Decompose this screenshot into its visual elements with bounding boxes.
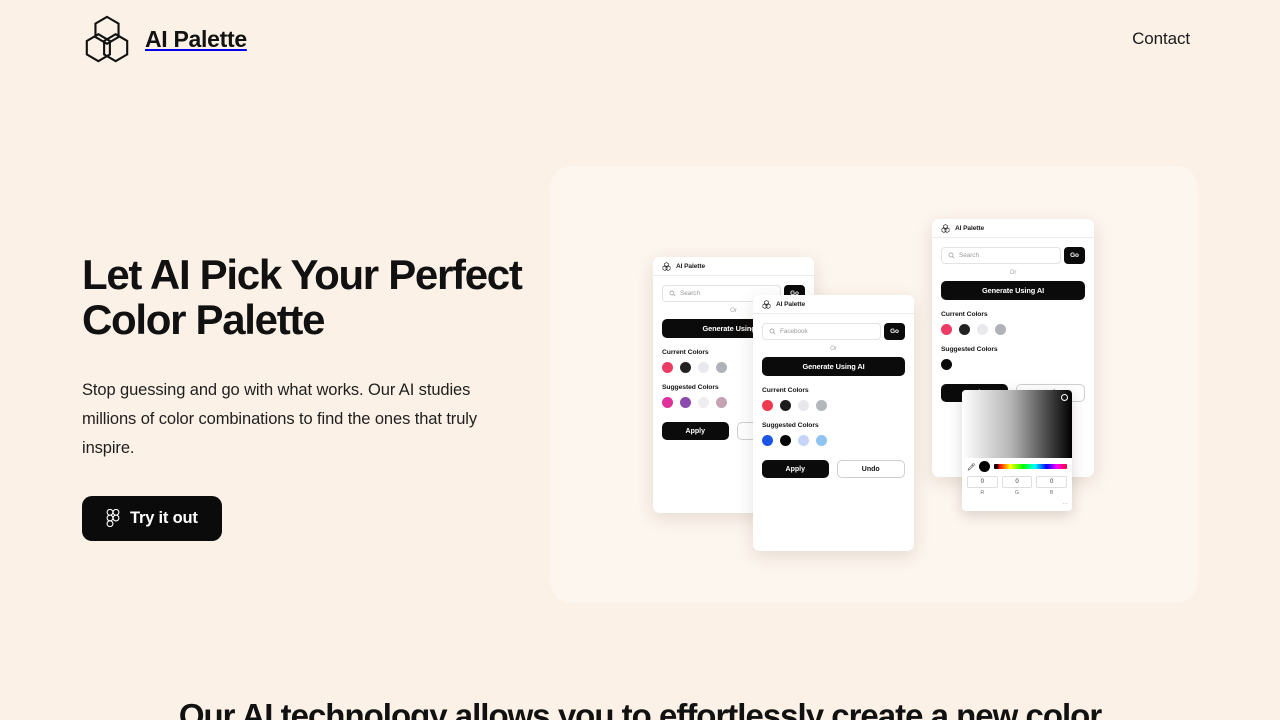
go-button[interactable]: Go	[884, 323, 905, 340]
search-placeholder: Search	[959, 252, 979, 259]
hexagon-trio-logo-icon	[762, 299, 771, 309]
undo-button[interactable]: Undo	[836, 460, 905, 478]
suggested-colors-swatches	[941, 359, 1085, 370]
current-colors-swatches	[762, 400, 905, 411]
try-it-out-label: Try it out	[130, 508, 198, 527]
suggested-colors-label: Suggested Colors	[941, 346, 998, 353]
brand-name: AI Palette	[145, 25, 247, 52]
color-swatch[interactable]	[698, 362, 709, 373]
site-header: AI Palette Contact	[0, 0, 1280, 78]
search-icon	[769, 328, 776, 335]
rgb-inputs-row: 0 R 0 G 0 B	[962, 474, 1072, 496]
green-label: G	[1014, 490, 1020, 496]
mock-card-middle: AI Palette Facebook Go Or Generate Using…	[753, 295, 914, 551]
search-value: Facebook	[780, 328, 808, 335]
hexagon-trio-logo-icon	[82, 14, 132, 64]
generate-using-ai-button[interactable]: Generate Using AI	[762, 357, 905, 376]
figma-icon	[106, 509, 120, 528]
go-button[interactable]: Go	[1064, 247, 1085, 264]
hue-bar[interactable]	[994, 464, 1067, 469]
nav-link-contact[interactable]: Contact	[1132, 29, 1190, 49]
page-root: AI Palette Contact Let AI Pick Your Perf…	[0, 0, 1280, 720]
try-it-out-button[interactable]: Try it out	[82, 495, 222, 541]
rgb-cell-r: 0 R	[967, 476, 998, 496]
hero-subtitle: Stop guessing and go with what works. Ou…	[82, 380, 477, 458]
current-colors-label: Current Colors	[941, 311, 988, 318]
color-swatch[interactable]	[941, 324, 952, 335]
search-placeholder: Search	[680, 290, 700, 297]
color-swatch[interactable]	[662, 397, 673, 408]
eyedropper-icon[interactable]	[967, 462, 975, 471]
main-nav: Contact	[1132, 29, 1190, 49]
bottom-section-headline: Our AI technology allows you to effortle…	[178, 697, 1102, 720]
color-swatch[interactable]	[995, 324, 1006, 335]
search-input[interactable]: Facebook	[762, 323, 881, 340]
or-divider-label: Or	[830, 345, 837, 352]
mock-card-body: Search Go Or Generate Using AI Current C…	[932, 238, 1094, 411]
color-swatch[interactable]	[698, 397, 709, 408]
apply-button[interactable]: Apply	[762, 460, 829, 478]
page-title: Let AI Pick Your Perfect Color Palette	[82, 251, 523, 344]
hue-slider[interactable]	[994, 464, 1067, 469]
search-input[interactable]: Search	[941, 247, 1061, 264]
rgb-cell-b: 0 B	[1036, 476, 1068, 496]
mock-card-header: AI Palette	[653, 257, 814, 276]
brand-home-link[interactable]: AI Palette	[82, 14, 247, 64]
color-picker-popover[interactable]: 0 R 0 G 0 B …	[962, 390, 1072, 511]
hexagon-trio-logo-icon	[941, 223, 950, 233]
color-swatch[interactable]	[716, 362, 727, 373]
color-swatch[interactable]	[780, 435, 791, 446]
color-swatch[interactable]	[780, 400, 791, 411]
search-row: Facebook Go	[762, 323, 905, 340]
suggested-colors-label: Suggested Colors	[762, 422, 819, 429]
action-buttons-row: Apply Undo	[762, 460, 905, 478]
color-swatch[interactable]	[662, 362, 673, 373]
sv-handle[interactable]	[1061, 394, 1068, 401]
mock-card-body: Facebook Go Or Generate Using AI Current…	[753, 314, 914, 487]
color-swatch[interactable]	[941, 359, 952, 370]
blue-input[interactable]: 0	[1036, 476, 1068, 488]
mock-app-title: AI Palette	[676, 262, 706, 270]
picker-controls	[962, 458, 1072, 474]
color-swatch[interactable]	[816, 400, 827, 411]
color-swatch[interactable]	[798, 435, 809, 446]
or-divider-label: Or	[1009, 269, 1017, 276]
color-swatch[interactable]	[716, 397, 727, 408]
rgb-cell-g: 0 G	[1001, 476, 1033, 496]
green-input[interactable]: 0	[1001, 476, 1033, 488]
mock-card-header: AI Palette	[753, 295, 914, 314]
apply-button[interactable]: Apply	[662, 422, 729, 440]
color-swatch[interactable]	[680, 397, 691, 408]
color-swatch[interactable]	[680, 362, 691, 373]
hexagon-trio-logo-icon	[662, 261, 671, 271]
red-input[interactable]: 0	[967, 476, 998, 488]
color-swatch[interactable]	[798, 400, 809, 411]
suggested-colors-swatches	[762, 435, 905, 446]
red-label: R	[980, 490, 985, 496]
current-colors-swatches	[941, 324, 1085, 335]
generate-using-ai-button[interactable]: Generate Using AI	[941, 281, 1085, 300]
saturation-value-area[interactable]	[962, 390, 1072, 458]
rgb-extra-label: …	[1062, 500, 1068, 506]
color-swatch[interactable]	[959, 324, 970, 335]
mock-card-header: AI Palette	[932, 219, 1094, 238]
search-icon	[948, 252, 955, 259]
color-swatch[interactable]	[816, 435, 827, 446]
color-swatch[interactable]	[977, 324, 988, 335]
search-icon	[669, 290, 676, 297]
hero-section: Let AI Pick Your Perfect Color Palette S…	[82, 252, 552, 541]
current-color-swatch[interactable]	[979, 461, 990, 472]
blue-label: B	[1049, 490, 1054, 496]
mock-app-title: AI Palette	[955, 224, 985, 232]
current-colors-label: Current Colors	[762, 387, 809, 394]
color-swatch[interactable]	[762, 435, 773, 446]
mock-app-title: AI Palette	[776, 300, 806, 308]
search-row: Search Go	[941, 247, 1085, 264]
color-swatch[interactable]	[762, 400, 773, 411]
